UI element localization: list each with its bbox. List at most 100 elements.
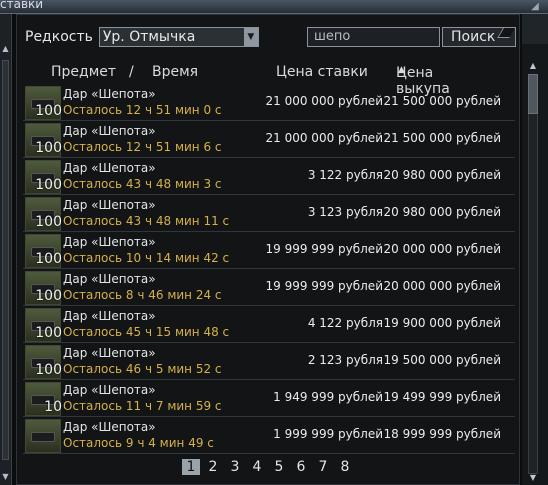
search-button[interactable]: Поиск [442,27,516,47]
table-row[interactable]: 100 Дар «Шепота» Осталось 43 ч 48 мин 3 с 3… [23,159,515,195]
buyout-price: 19 500 000 рублей [383,353,502,367]
page-link[interactable]: 7 [314,459,332,475]
corner-ornament-icon: ◢ [531,1,539,12]
page-link[interactable]: 1 [182,459,200,475]
scroll-thumb[interactable] [528,74,538,114]
sort-ascending-icon: ▲ [398,65,405,75]
buyout-price: 21 500 000 рублей [383,131,502,145]
time-remaining: Осталось 10 ч 14 мин 42 с [63,251,230,265]
item-name: Дар «Шепота» [63,87,156,101]
item-image: 100 [25,86,62,120]
buyout-price: 20 000 000 рублей [383,279,502,293]
item-name: Дар «Шепота» [63,272,156,286]
rarity-selected-value: Ур. Отмычка [102,29,196,45]
table-row[interactable]: 10 Дар «Шепота» Осталось 11 ч 7 мин 59 с 1 … [23,381,515,417]
search-input[interactable]: шепо [307,27,440,47]
item-name: Дар «Шепота» [63,235,156,249]
scroll-thumb[interactable] [2,60,9,460]
time-remaining: Осталось 43 ч 48 мин 11 с [63,214,230,228]
scroll-down-arrow-icon[interactable]: ▼ [1,472,10,481]
item-quantity: 100 [35,251,62,267]
bid-price: 3 122 рубля [307,168,383,182]
page-link[interactable]: 2 [204,459,222,475]
buyout-price: 20 980 000 рублей [383,168,502,182]
buyout-price: 21 500 000 рублей [383,94,502,108]
column-header-bid[interactable]: Цена ставки [276,64,368,80]
page-link[interactable]: 8 [336,459,354,475]
bid-price: 19 999 999 рублей [265,242,384,256]
scroll-up-arrow-icon[interactable]: ▲ [527,60,539,72]
item-image [25,419,61,453]
buyout-price: 18 999 999 рублей [383,427,502,441]
item-name: Дар «Шепота» [63,161,156,175]
window-title: ставки [0,0,44,11]
item-image: 100 [25,123,62,157]
time-remaining: Осталось 9 ч 4 мин 49 с [63,436,214,450]
item-image: 100 [25,271,62,305]
table-row[interactable]: 100 Дар «Шепота» Осталось 46 ч 5 мин 52 с 2… [23,344,515,380]
table-header: Предмет / Время Цена ставки Цена выкупа ▲ [17,63,519,97]
bid-price: 3 123 рубля [307,205,383,219]
item-image: 100 [25,234,62,268]
page-link[interactable]: 3 [226,459,244,475]
column-header-time[interactable]: Время [152,64,198,80]
bid-price: 21 000 000 рублей [265,131,384,145]
table-row[interactable]: 100 Дар «Шепота» Осталось 12 ч 51 мин 0 с 2… [23,85,515,121]
item-image: 100 [25,197,62,231]
bid-price: 1 999 999 рублей [273,427,383,441]
rarity-select[interactable]: Ур. Отмычка ▼ [98,27,259,47]
item-name: Дар «Шепота» [63,309,156,323]
table-row[interactable]: 100 Дар «Шепота» Осталось 45 ч 15 мин 48 с… [23,307,515,343]
item-name: Дар «Шепота» [63,124,156,138]
item-image: 100 [25,308,62,342]
page-link[interactable]: 5 [270,459,288,475]
item-name: Дар «Шепота» [63,420,156,434]
table-row[interactable]: 100 Дар «Шепота» Осталось 8 ч 46 мин 24 с 1… [23,270,515,306]
bid-price: 1 949 999 рублей [273,390,383,404]
rarity-label: Редкость [25,29,93,45]
scroll-track[interactable] [528,74,538,474]
item-quantity: 10 [44,399,62,415]
column-header-separator: / [129,64,134,80]
rarity-filter: Редкость Ур. Отмычка ▼ [25,27,259,47]
item-quantity: 100 [35,214,62,230]
page-link[interactable]: 6 [292,459,310,475]
window-titlebar: ставки ◢ [0,0,548,14]
item-quantity: 100 [35,177,62,193]
item-name: Дар «Шепота» [63,198,156,212]
right-scrollbar[interactable]: ▲ ▼ [522,14,548,485]
auction-panel: Редкость Ур. Отмычка ▼ шепо Поиск Предме… [16,14,520,485]
column-header-item[interactable]: Предмет [51,64,116,80]
time-remaining: Осталось 11 ч 7 мин 59 с [63,399,222,413]
item-quantity: 100 [35,103,62,119]
buyout-price: 20 980 000 рублей [383,205,502,219]
table-row[interactable]: 100 Дар «Шепота» Осталось 43 ч 48 мин 11 с… [23,196,515,232]
time-remaining: Осталось 12 ч 51 мин 6 с [63,140,222,154]
window-corner [522,14,548,44]
bid-price: 4 122 рубля [307,316,383,330]
artifact-icon [31,432,55,442]
button-notch-decoration [497,28,515,38]
scroll-up-arrow-icon[interactable]: ▲ [1,44,10,53]
buyout-price: 19 900 000 рублей [383,316,502,330]
table-row[interactable]: 100 Дар «Шепота» Осталось 12 ч 51 мин 6 с 2… [23,122,515,158]
page-link[interactable]: 4 [248,459,266,475]
time-remaining: Осталось 8 ч 46 мин 24 с [63,288,222,302]
bid-price: 19 999 999 рублей [265,279,384,293]
time-remaining: Осталось 45 ч 15 мин 48 с [63,325,230,339]
item-quantity: 100 [35,325,62,341]
scroll-down-arrow-icon[interactable]: ▼ [527,472,539,484]
item-name: Дар «Шепота» [63,383,156,397]
buyout-price: 19 499 999 рублей [383,390,502,404]
buyout-price: 20 000 000 рублей [383,242,502,256]
bid-price: 2 123 рубля [307,353,383,367]
table-row[interactable]: Дар «Шепота» Осталось 9 ч 4 мин 49 с 1 999… [23,418,515,454]
item-quantity: 100 [35,140,62,156]
search-button-label: Поиск [451,29,496,45]
item-name: Дар «Шепота» [63,346,156,360]
item-image: 100 [25,160,62,194]
chevron-down-icon[interactable]: ▼ [243,28,258,46]
left-scrollbar[interactable]: ▲ ▼ [0,14,12,485]
time-remaining: Осталось 46 ч 5 мин 52 с [63,362,222,376]
table-row[interactable]: 100 Дар «Шепота» Осталось 10 ч 14 мин 42 с… [23,233,515,269]
